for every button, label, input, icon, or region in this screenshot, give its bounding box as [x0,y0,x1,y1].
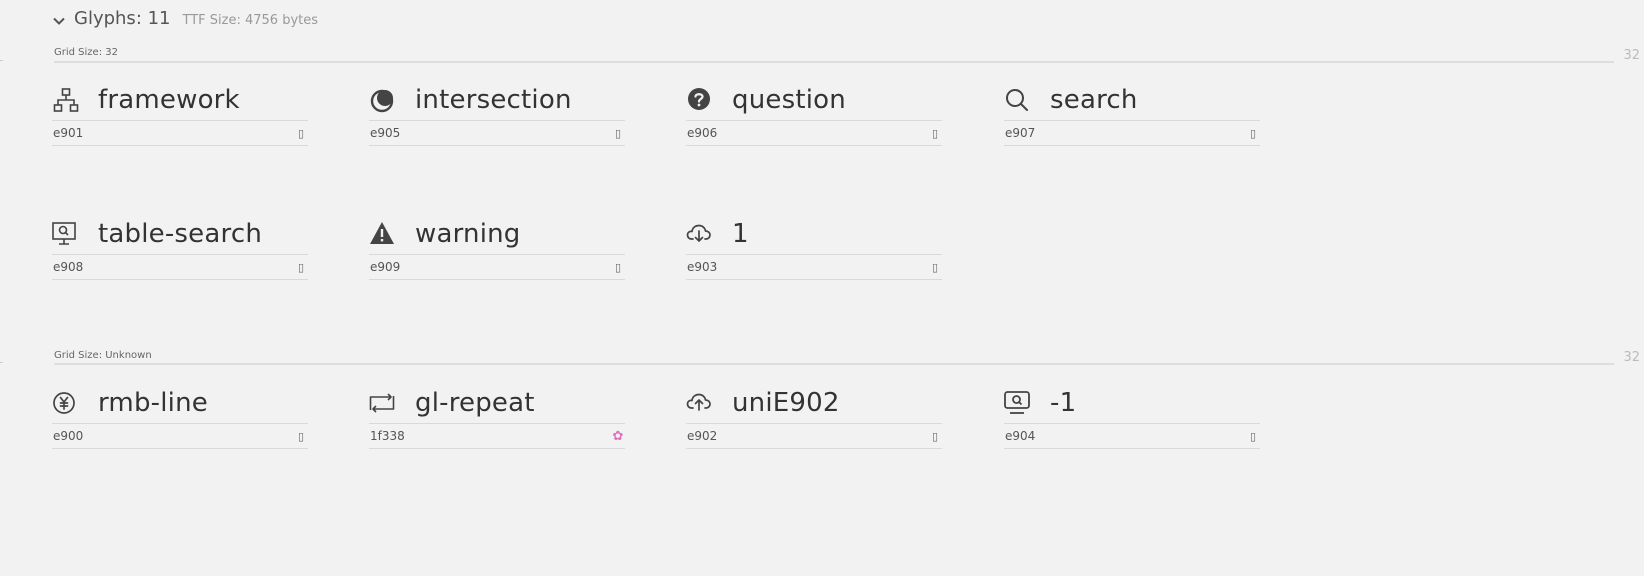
glyph-preview-char: ▯ [931,260,939,274]
glyph-code: 1f338 [370,429,405,443]
glyph-code: e909 [370,260,401,274]
glyph-card-warning[interactable]: warning e909 ▯ [369,214,625,294]
glyph-card-gl-repeat[interactable]: gl-repeat 1f338 ✿ [369,383,625,463]
glyph-code: e904 [1005,429,1036,443]
yuan-circle-icon [52,389,80,417]
glyph-count-title: Glyphs: 11 [74,8,171,29]
question-circle-icon [686,86,714,114]
glyph-code: e902 [687,429,718,443]
edge-marker [0,362,3,363]
glyph-code: e903 [687,260,718,274]
glyph-preview-char: ▯ [614,260,622,274]
glyph-name: -1 [1050,388,1077,418]
glyph-code: e906 [687,126,718,140]
glyph-name: intersection [415,85,572,115]
glyph-card-rmb-line[interactable]: rmb-line e900 ▯ [52,383,308,463]
glyph-card-unie902[interactable]: uniE902 e902 ▯ [686,383,942,463]
glyph-preview-char: ▯ [297,260,305,274]
intersection-icon [369,86,397,114]
chevron-down-icon[interactable] [52,14,66,28]
section-grid-value: 32 [1623,350,1640,365]
sitemap-icon [52,86,80,114]
glyph-preview-char: ▯ [614,126,622,140]
glyph-card-1[interactable]: 1 e903 ▯ [686,214,942,294]
section-divider [54,363,1614,365]
glyph-preview-char: ▯ [297,429,305,443]
glyph-code: e901 [53,126,84,140]
section-divider [54,61,1614,63]
glyph-name: 1 [732,219,749,249]
section-label-grid-32: Grid Size: 32 [54,47,118,58]
edge-marker [0,60,3,61]
glyph-code: e907 [1005,126,1036,140]
glyph-name: uniE902 [732,388,840,418]
glyph-preview-char: ▯ [1249,429,1257,443]
glyph-name: table-search [98,219,262,249]
glyph-code: e908 [53,260,84,274]
repeat-icon [369,389,397,417]
glyph-name: warning [415,219,521,249]
glyph-code: e900 [53,429,84,443]
search-icon [1004,86,1032,114]
glyph-name: rmb-line [98,388,208,418]
glyph-card-question[interactable]: question e906 ▯ [686,80,942,160]
glyph-preview-char: ▯ [931,126,939,140]
glyph-preview-char: ▯ [1249,126,1257,140]
glyph-name: framework [98,85,240,115]
glyph-name: question [732,85,846,115]
section-label-grid-unknown: Grid Size: Unknown [54,350,152,361]
glyph-preview-char: ▯ [931,429,939,443]
cloud-upload-icon [686,389,714,417]
glyph-card-intersection[interactable]: intersection e905 ▯ [369,80,625,160]
warning-icon [369,220,397,248]
glyph-card-framework[interactable]: framework e901 ▯ [52,80,308,160]
glyph-name: search [1050,85,1138,115]
glyphs-header: Glyphs: 11 TTF Size: 4756 bytes [52,8,318,34]
glyph-preview-char: ▯ [297,126,305,140]
cloud-download-icon [686,220,714,248]
ttf-size-label: TTF Size: 4756 bytes [182,13,319,28]
monitor-search-icon [1004,389,1032,417]
glyph-card-minus-1[interactable]: -1 e904 ▯ [1004,383,1260,463]
glyph-name: gl-repeat [415,388,535,418]
glyph-card-search[interactable]: search e907 ▯ [1004,80,1260,160]
monitor-search-icon [52,220,80,248]
glyph-code: e905 [370,126,401,140]
cherry-blossom-icon: ✿ [612,428,624,444]
glyph-card-table-search[interactable]: table-search e908 ▯ [52,214,308,294]
section-grid-value: 32 [1623,48,1640,63]
